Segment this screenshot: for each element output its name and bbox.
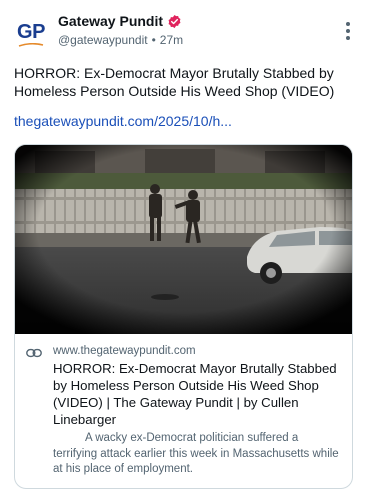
card-domain: www.thegatewaypundit.com xyxy=(53,345,196,357)
card-title: HORROR: Ex-Democrat Mayor Brutally Stabb… xyxy=(53,361,337,427)
post-header: GP Gateway Pundit @gatewaypundit • 27m xyxy=(0,0,367,60)
handle[interactable]: @gatewaypundit xyxy=(58,33,148,47)
card-image[interactable] xyxy=(15,145,352,334)
card-description: A wacky ex-Democrat politician suffered … xyxy=(53,432,339,475)
timestamp[interactable]: 27m xyxy=(160,33,183,47)
card-body: www.thegatewaypundit.com HORROR: Ex-Demo… xyxy=(15,334,352,478)
meta-row: @gatewaypundit • 27m xyxy=(58,33,183,47)
display-name[interactable]: Gateway Pundit xyxy=(58,13,163,29)
link-chain-icon xyxy=(26,348,42,358)
avatar[interactable]: GP xyxy=(14,17,48,51)
link-preview-card[interactable]: www.thegatewaypundit.com HORROR: Ex-Demo… xyxy=(14,144,353,489)
more-vertical-icon[interactable] xyxy=(345,22,351,40)
post-link[interactable]: thegatewaypundit.com/2025/10/h... xyxy=(14,113,232,129)
name-row: Gateway Pundit xyxy=(58,13,182,29)
avatar-swoosh-icon xyxy=(18,42,44,47)
meta-separator: • xyxy=(151,33,156,47)
post-text: HORROR: Ex-Democrat Mayor Brutally Stabb… xyxy=(14,65,335,99)
video-still-image xyxy=(15,145,352,334)
verified-badge-icon xyxy=(168,14,181,28)
avatar-logo-text: GP xyxy=(17,20,45,43)
